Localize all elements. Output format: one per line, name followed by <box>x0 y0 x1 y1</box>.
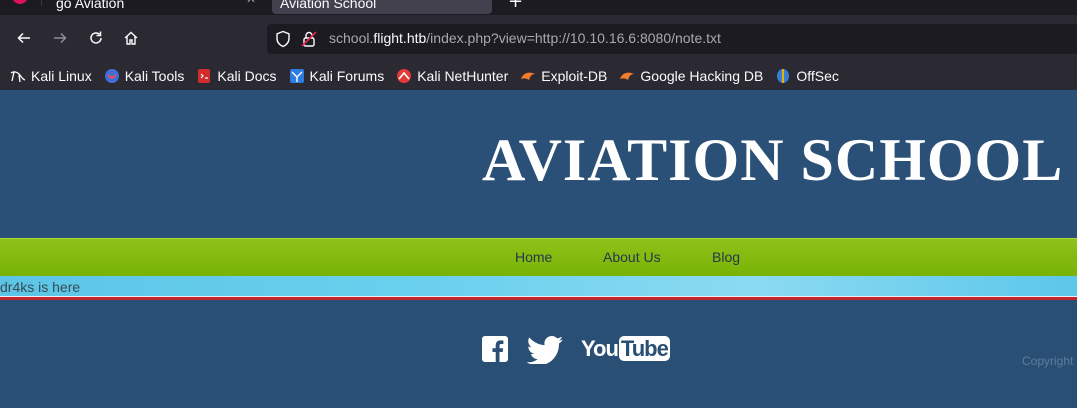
url-subdomain: school. <box>329 30 374 46</box>
bookmark-kali-nethunter[interactable]: Kali NetHunter <box>396 68 508 84</box>
tab-close-icon[interactable]: ✕ <box>246 0 256 6</box>
tab-strip: go Aviation ✕ Aviation School + <box>0 0 1077 15</box>
url-path: /index.php?view=http://10.10.16.6:8080/n… <box>426 30 721 46</box>
main-menu: Home About Us Blog <box>0 238 1077 278</box>
menu-blog-link[interactable]: Blog <box>712 249 740 265</box>
bookmark-label: Kali Tools <box>124 68 185 84</box>
web-page: AVIATION SCHOOL Home About Us Blog dr4ks… <box>0 90 1077 408</box>
menu-about-us-link[interactable]: About Us <box>603 249 661 265</box>
bookmark-exploit-db[interactable]: Exploit-DB <box>520 68 607 84</box>
bookmark-label: Kali Linux <box>31 68 92 84</box>
copyright-text: Copyright <box>1022 354 1074 368</box>
site-title: AVIATION SCHOOL <box>482 127 1064 193</box>
bookmark-kali-tools[interactable]: Kali Tools <box>104 68 185 84</box>
address-bar[interactable]: school.flight.htb/index.php?view=http://… <box>267 24 1077 54</box>
youtube-tube-text: Tube <box>618 336 670 361</box>
bookmark-label: OffSec <box>796 68 839 84</box>
bookmarks-toolbar: Kali Linux Kali Tools Kali Docs Kali For… <box>0 62 1077 90</box>
new-tab-button[interactable]: + <box>508 0 523 12</box>
navigation-toolbar: school.flight.htb/index.php?view=http://… <box>0 15 1077 62</box>
nethunter-icon <box>396 68 412 84</box>
bookmark-kali-docs[interactable]: Kali Docs <box>196 68 277 84</box>
bookmark-kali-forums[interactable]: Kali Forums <box>289 68 385 84</box>
tab-separator <box>41 0 42 6</box>
home-icon[interactable] <box>119 26 143 50</box>
ghdb-icon <box>619 68 635 84</box>
site-header: AVIATION SCHOOL <box>0 90 1077 238</box>
bookmark-label: Exploit-DB <box>541 68 608 84</box>
insecure-lock-icon[interactable] <box>301 30 317 52</box>
bookmark-offsec[interactable]: OffSec <box>775 68 839 84</box>
bookmark-label: Kali Forums <box>309 68 385 84</box>
tab-go-aviation[interactable]: go Aviation ✕ <box>0 0 262 14</box>
bookmark-label: Kali NetHunter <box>417 68 509 84</box>
tab-title: go Aviation <box>56 0 125 11</box>
bookmark-label: Google Hacking DB <box>640 68 764 84</box>
kali-forums-icon <box>289 68 305 84</box>
bookmark-kali-linux[interactable]: Kali Linux <box>10 68 92 84</box>
window-close-icon[interactable] <box>12 0 28 4</box>
reload-icon[interactable] <box>84 26 108 50</box>
back-arrow-icon[interactable] <box>12 26 36 50</box>
youtube-you-text: You <box>581 336 619 361</box>
tab-title: Aviation School <box>280 0 377 11</box>
exploit-db-icon <box>520 68 536 84</box>
offsec-icon <box>775 68 791 84</box>
bookmark-google-hacking-db[interactable]: Google Hacking DB <box>619 68 763 84</box>
youtube-icon[interactable]: You Tube <box>581 336 670 364</box>
url-host: flight.htb <box>373 30 427 46</box>
site-footer: You Tube Copyright <box>0 300 1077 408</box>
kali-dragon-icon <box>10 68 26 84</box>
content-banner: dr4ks is here <box>0 276 1077 296</box>
kali-docs-icon <box>196 68 212 84</box>
bookmark-label: Kali Docs <box>217 68 277 84</box>
forward-arrow-icon[interactable] <box>48 26 72 50</box>
kali-tools-icon <box>104 68 120 84</box>
tracking-protection-shield-icon[interactable] <box>275 30 291 52</box>
included-note-text: dr4ks is here <box>0 279 81 295</box>
twitter-icon[interactable] <box>526 336 564 366</box>
url-text: school.flight.htb/index.php?view=http://… <box>329 30 721 46</box>
facebook-icon[interactable] <box>482 336 508 362</box>
tab-aviation-school[interactable]: Aviation School <box>272 0 492 14</box>
menu-home-link[interactable]: Home <box>515 249 552 265</box>
